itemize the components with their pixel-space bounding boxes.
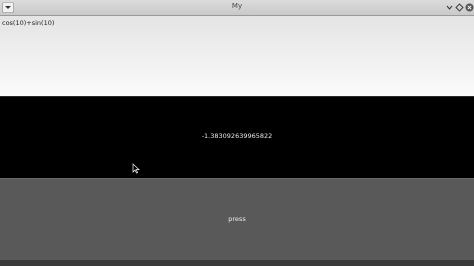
app-window: My cos(10)+sin(10) -1.383092639965822 pr…	[0, 0, 474, 266]
mouse-cursor-icon	[132, 163, 140, 174]
result-display: -1.383092639965822	[0, 97, 474, 178]
window-title: My	[231, 2, 243, 10]
window-bottom-border	[0, 260, 474, 266]
close-icon[interactable]	[465, 3, 474, 12]
expression-input-text: cos(10)+sin(10)	[2, 19, 55, 27]
maximize-icon[interactable]	[455, 3, 464, 12]
press-button[interactable]: press	[0, 178, 474, 260]
expression-input[interactable]: cos(10)+sin(10)	[0, 16, 474, 96]
title-bar[interactable]: My	[0, 0, 474, 16]
press-button-label: press	[228, 215, 246, 223]
minimize-icon[interactable]	[445, 3, 454, 12]
result-value: -1.383092639965822	[201, 132, 273, 140]
